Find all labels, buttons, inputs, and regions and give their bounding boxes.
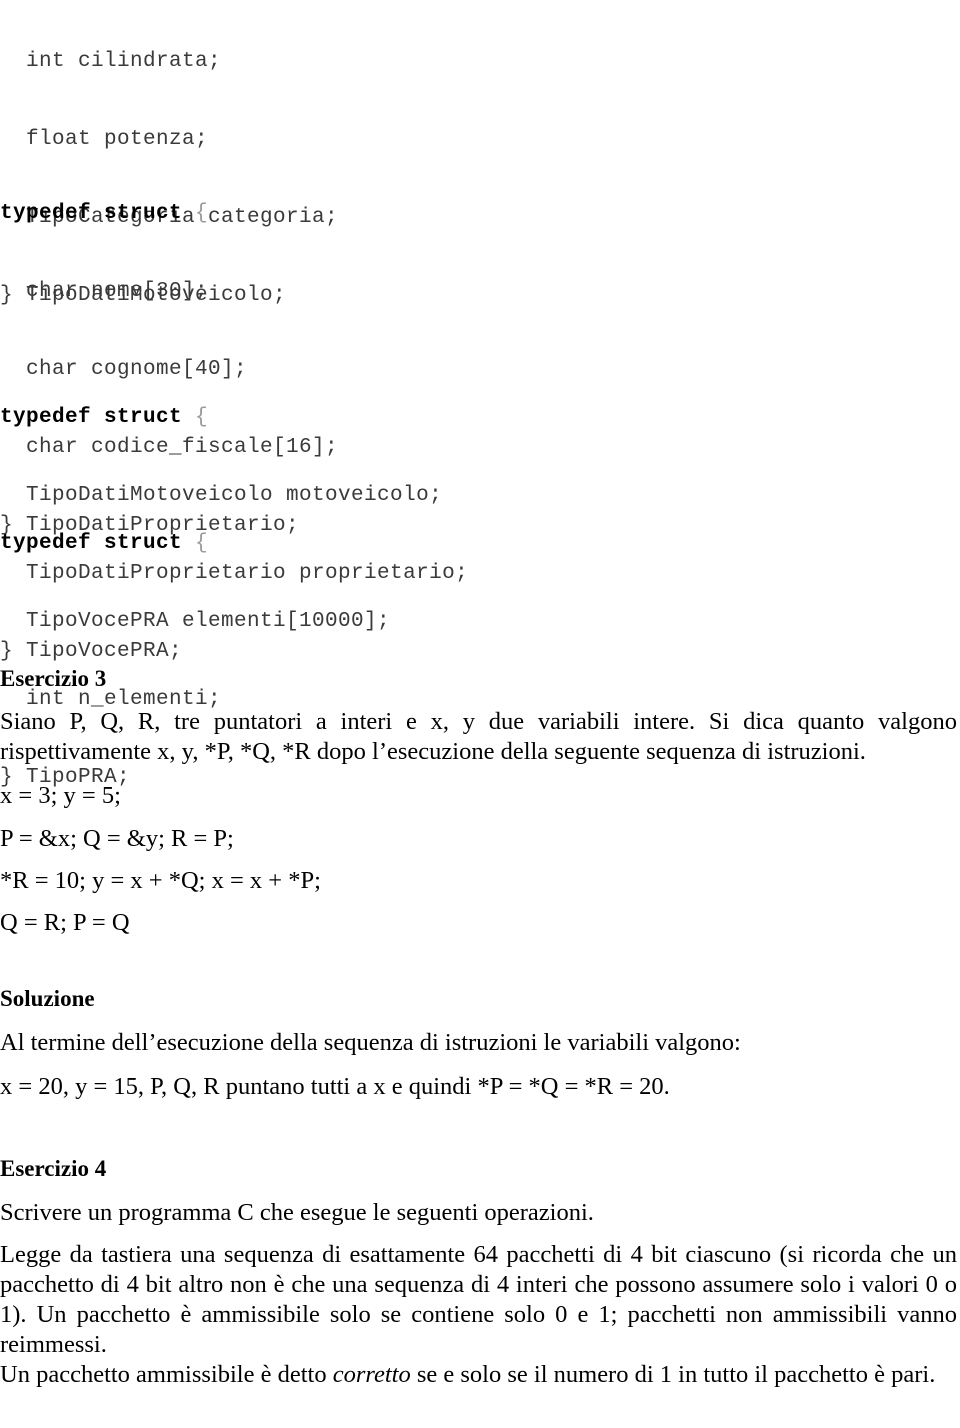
code-line-typedef-header: typedef struct { <box>0 201 338 227</box>
keyword-typedef-struct: typedef struct <box>0 202 183 225</box>
tail-text-after: se e solo se il numero di 1 in tutto il … <box>410 1361 936 1388</box>
open-brace: { <box>182 532 209 555</box>
tail-text-before: Un pacchetto ammissibile è detto <box>0 1361 333 1388</box>
paragraph-esercizio-4-body: Legge da tastiera una sequenza di esatta… <box>0 1241 957 1358</box>
keyword-typedef-struct: typedef struct <box>0 532 183 555</box>
code-line-typedef-header: typedef struct { <box>0 405 468 431</box>
instruction-line-2: P = &x; Q = &y; R = P; <box>0 825 234 852</box>
instruction-line-1: x = 3; y = 5; <box>0 782 121 809</box>
paragraph-esercizio-3-body: Siano P, Q, R, tre puntatori a interi e … <box>0 708 957 765</box>
keyword-typedef-struct: typedef struct <box>0 406 183 429</box>
code-line: char nome[30]; <box>0 280 209 303</box>
heading-esercizio-3: Esercizio 3 <box>0 666 107 691</box>
emphasis-corretto: corretto <box>332 1361 411 1388</box>
instruction-line-4: Q = R; P = Q <box>0 909 130 936</box>
heading-soluzione: Soluzione <box>0 986 95 1011</box>
code-line-typedef-header: typedef struct { <box>0 531 390 557</box>
open-brace: { <box>182 202 209 225</box>
soluzione-line-2: x = 20, y = 15, P, Q, R puntano tutti a … <box>0 1073 670 1100</box>
code-line: TipoVocePRA elementi[10000]; <box>0 610 391 633</box>
paragraph-esercizio-4-intro: Scrivere un programma C che esegue le se… <box>0 1199 594 1226</box>
soluzione-line-1: Al termine dell’esecuzione della sequenz… <box>0 1029 741 1056</box>
heading-esercizio-4: Esercizio 4 <box>0 1156 107 1181</box>
document-page: int cilindrata; float potenza; TipoCateg… <box>0 0 960 1428</box>
instruction-line-3: *R = 10; y = x + *Q; x = x + *P; <box>0 867 321 894</box>
paragraph-esercizio-4-tail: Un pacchetto ammissibile è detto corrett… <box>0 1360 957 1390</box>
open-brace: { <box>182 406 209 429</box>
code-line: int cilindrata; <box>0 50 222 73</box>
